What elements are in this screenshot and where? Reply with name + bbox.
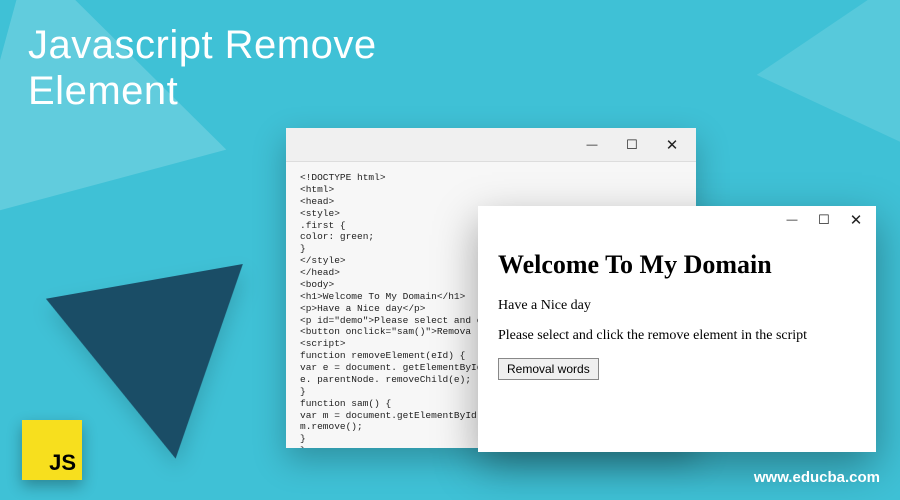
result-body: Welcome To My Domain Have a Nice day Ple… xyxy=(478,234,876,396)
site-url: www.educba.com xyxy=(754,469,880,486)
maximize-icon[interactable] xyxy=(612,128,652,161)
result-window: Welcome To My Domain Have a Nice day Ple… xyxy=(478,206,876,452)
result-window-titlebar xyxy=(478,206,876,234)
js-logo-icon: JS xyxy=(22,420,82,480)
page-title: Javascript Remove Element xyxy=(28,22,377,114)
decor-triangle xyxy=(757,0,900,151)
close-icon[interactable] xyxy=(840,206,872,234)
close-icon[interactable] xyxy=(652,128,692,161)
result-paragraph: Have a Nice day xyxy=(498,298,856,314)
result-heading: Welcome To My Domain xyxy=(498,250,856,280)
minimize-icon[interactable] xyxy=(776,206,808,234)
js-logo-text: JS xyxy=(49,450,76,476)
minimize-icon[interactable] xyxy=(572,128,612,161)
code-window-titlebar xyxy=(286,128,696,162)
maximize-icon[interactable] xyxy=(808,206,840,234)
result-paragraph: Please select and click the remove eleme… xyxy=(498,328,856,344)
removal-words-button[interactable]: Removal words xyxy=(498,358,599,380)
